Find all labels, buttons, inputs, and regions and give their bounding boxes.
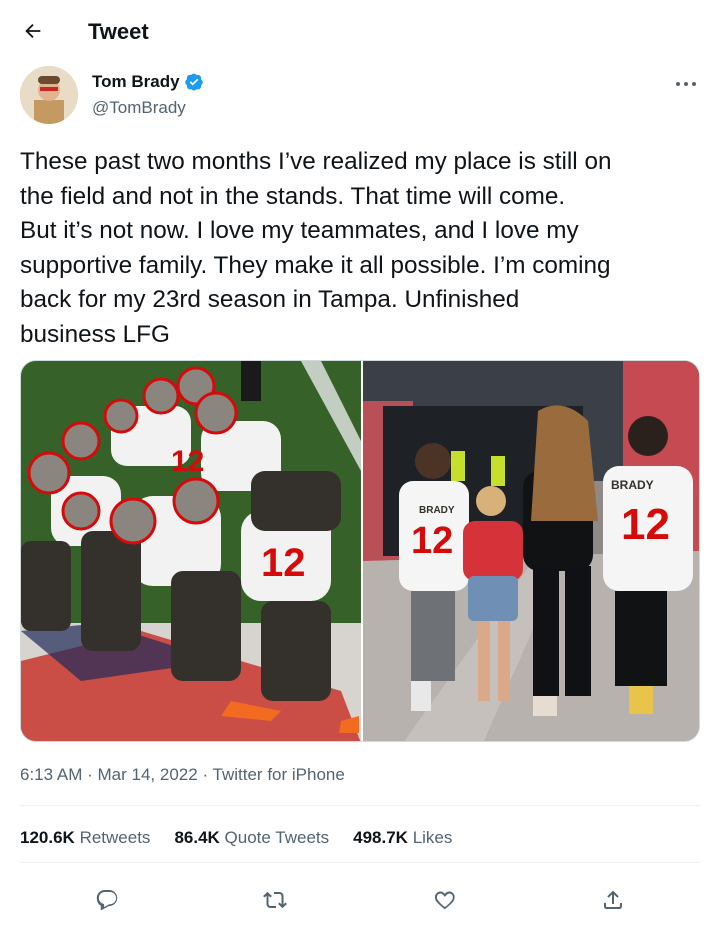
like-icon [434,891,455,910]
likes-count: 498.7K [353,828,408,847]
likes-stat[interactable]: 498.7K Likes [353,828,452,848]
back-button[interactable] [18,16,48,46]
jersey-number-small: 12 [411,520,453,562]
quote-tweets-stat[interactable]: 86.4K Quote Tweets [174,828,329,848]
jersey-number-left: 12 [261,541,306,585]
divider [20,862,700,863]
more-dots-icon [676,82,696,86]
tweet-metadata: 6:13 AM · Mar 14, 2022 · Twitter for iPh… [20,765,345,785]
retweet-button[interactable] [260,885,290,915]
retweets-stat[interactable]: 120.6K Retweets [20,828,150,848]
retweet-icon [263,891,287,909]
more-options-button[interactable] [672,74,700,94]
tweet-time[interactable]: 6:13 AM [20,765,82,784]
media-photo-football[interactable]: 12 12 [21,361,361,741]
like-button[interactable] [430,885,460,915]
tweet-media: 12 12 BRADY 12 BRADY 12 [20,360,700,742]
tweet-stats: 120.6K Retweets 86.4K Quote Tweets 498.7… [20,828,452,848]
jersey-number: 12 [621,500,670,549]
share-icon [604,890,622,909]
jersey-number-left-2: 12 [171,445,204,478]
media-photo-family[interactable]: BRADY 12 BRADY 12 [363,361,699,741]
divider [20,805,700,806]
tweet-text: These past two months I’ve realized my p… [20,148,612,348]
jersey-name-small: BRADY [419,505,455,516]
reply-icon [96,890,118,911]
reply-button[interactable] [92,885,122,915]
avatar[interactable] [20,66,78,124]
tweet-actions [0,873,720,927]
jersey-name: BRADY [611,478,654,492]
tweet-source[interactable]: Twitter for iPhone [213,765,345,784]
meta-separator: · [202,765,209,784]
page-title: Tweet [88,19,149,44]
retweets-count: 120.6K [20,828,75,847]
quote-tweets-label: Quote Tweets [224,828,330,847]
author-name[interactable]: Tom Brady [92,72,180,92]
meta-separator: · [87,765,93,784]
tweet-date[interactable]: Mar 14, 2022 [98,765,198,784]
top-bar: Tweet [0,0,720,62]
retweets-label: Retweets [79,828,151,847]
tweet-author: Tom Brady @TomBrady [20,66,700,126]
quote-tweets-count: 86.4K [174,828,220,847]
arrow-left-icon [25,23,41,39]
verified-badge-icon [184,73,203,91]
likes-label: Likes [412,828,453,847]
author-handle[interactable]: @TomBrady [92,98,186,118]
share-button[interactable] [598,885,628,915]
